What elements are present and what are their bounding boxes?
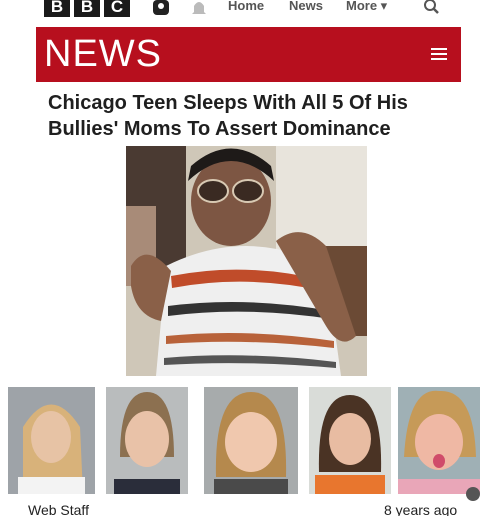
top-nav: B B C Home News More ▾: [0, 0, 480, 22]
search-icon[interactable]: [423, 0, 441, 14]
news-section-title[interactable]: NEWS: [44, 31, 162, 77]
news-banner: NEWS: [36, 27, 461, 82]
account-icon[interactable]: [151, 0, 171, 16]
nav-home-link[interactable]: Home: [228, 0, 264, 13]
teen-photo-illustration: [126, 146, 367, 376]
teen-photo[interactable]: [126, 146, 367, 376]
overlay-badge-icon: [466, 487, 480, 501]
article-headline[interactable]: Chicago Teen Sleeps With All 5 Of His Bu…: [48, 90, 468, 142]
bbc-logo-letter: B: [74, 0, 100, 17]
article-timestamp: 8 years ago: [384, 502, 458, 516]
bbc-logo-letter: C: [104, 0, 130, 17]
mugshot-4-illustration: [309, 387, 391, 494]
bbc-logo-letter: B: [44, 0, 70, 17]
nav-more-menu[interactable]: More ▾: [346, 0, 387, 14]
hamburger-menu-icon[interactable]: [431, 48, 447, 61]
article-byline[interactable]: Web Staff: [28, 502, 89, 516]
mugshot-4[interactable]: [309, 387, 391, 494]
mugshot-3[interactable]: [204, 387, 298, 494]
mugshot-3-illustration: [204, 387, 298, 494]
mugshot-2-illustration: [106, 387, 188, 494]
bbc-logo[interactable]: B B C: [44, 0, 130, 17]
headline-line: Bullies' Moms To Assert Dominance: [48, 118, 391, 140]
mugshot-5[interactable]: [398, 387, 480, 494]
nav-news-link[interactable]: News: [289, 0, 323, 13]
mugshot-5-illustration: [398, 387, 480, 494]
mugshot-strip: [8, 387, 480, 495]
headline-line: Chicago Teen Sleeps With All 5 Of His: [48, 92, 408, 114]
mugshot-1[interactable]: [8, 387, 95, 494]
mugshot-1-illustration: [8, 387, 95, 494]
mugshot-2[interactable]: [106, 387, 188, 494]
bell-icon[interactable]: [190, 0, 208, 16]
